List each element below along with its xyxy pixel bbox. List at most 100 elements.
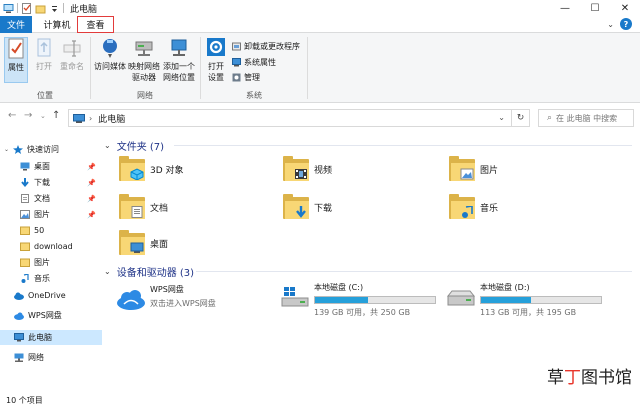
- back-button[interactable]: ←: [8, 110, 16, 121]
- device-wps[interactable]: WPS网盘 双击进入WPS网盘: [116, 284, 216, 310]
- media-icon: [100, 37, 120, 59]
- nav-quick-item[interactable]: 下载 📌: [0, 175, 102, 190]
- chevron-down-icon[interactable]: ⌄: [104, 141, 111, 150]
- folder-item[interactable]: 下载: [282, 194, 332, 220]
- search-input[interactable]: 在 此电脑 中搜索: [556, 113, 617, 124]
- recent-locations-icon[interactable]: ⌄: [40, 112, 46, 120]
- network-location-icon: [169, 37, 189, 59]
- customize-toolbar-icon[interactable]: [49, 3, 60, 14]
- folder-icon: [118, 156, 146, 182]
- nav-item-label: 50: [34, 226, 45, 235]
- folders-group-header[interactable]: ⌄ 文件夹 (7): [104, 138, 164, 153]
- nav-quick-access[interactable]: ⌄ 快速访问: [0, 142, 102, 157]
- nav-quick-item[interactable]: 音乐: [0, 271, 102, 286]
- refresh-icon[interactable]: ↻: [511, 110, 529, 126]
- chevron-down-icon[interactable]: ⌄: [607, 20, 614, 29]
- pin-icon[interactable]: 📌: [87, 179, 96, 187]
- nav-quick-item[interactable]: 文档 📌: [0, 191, 102, 206]
- folder-name: 桌面: [150, 239, 169, 250]
- properties-check-icon: [6, 38, 26, 60]
- music-icon: [20, 273, 30, 283]
- folder-item[interactable]: 视频: [282, 156, 332, 182]
- properties-icon[interactable]: [21, 2, 32, 14]
- nav-this-pc[interactable]: 此电脑: [0, 330, 102, 345]
- download-icon: [20, 178, 30, 188]
- folder-name: 视频: [314, 165, 333, 176]
- folder-item[interactable]: 音乐: [448, 194, 498, 220]
- window-title: 此电脑: [70, 4, 98, 15]
- uninstall-programs-button[interactable]: 卸载或更改程序: [232, 41, 300, 52]
- chevron-down-icon[interactable]: ⌄: [4, 146, 9, 153]
- nav-item-label: 音乐: [34, 274, 50, 283]
- folder-name: 图片: [480, 165, 499, 176]
- folder-item[interactable]: 文档: [118, 194, 168, 220]
- nav-quick-item[interactable]: download: [0, 239, 102, 254]
- nav-wps[interactable]: WPS网盘: [0, 308, 102, 323]
- device-name: 本地磁盘 (D:): [480, 283, 530, 292]
- search-box[interactable]: ⌕ 在 此电脑 中搜索: [538, 109, 634, 127]
- pin-icon[interactable]: 📌: [87, 163, 96, 171]
- help-icon[interactable]: ?: [620, 18, 632, 30]
- device-free-space: 139 GB 可用，共 250 GB: [314, 308, 411, 317]
- manage-button[interactable]: 管理: [232, 72, 260, 83]
- nav-quick-item[interactable]: 图片 📌: [0, 207, 102, 222]
- network-icon: [14, 353, 24, 362]
- download-icon: [294, 206, 308, 221]
- nav-item-label: 文档: [34, 194, 50, 203]
- properties-button[interactable]: 属性: [4, 37, 28, 83]
- chevron-down-icon[interactable]: ⌄: [498, 113, 505, 122]
- folder-item[interactable]: 图片: [448, 156, 498, 182]
- nav-quick-item[interactable]: 50: [0, 223, 102, 238]
- pin-icon[interactable]: 📌: [87, 195, 96, 203]
- close-button[interactable]: ✕: [610, 0, 640, 16]
- wps-cloud-icon: [14, 311, 24, 320]
- minimize-button[interactable]: —: [550, 0, 580, 16]
- up-button[interactable]: ↑: [52, 110, 60, 121]
- nav-item-label: download: [34, 242, 73, 251]
- open-button[interactable]: 打开: [33, 37, 55, 72]
- tab-computer[interactable]: 计算机: [40, 16, 74, 33]
- forward-button[interactable]: →: [24, 110, 32, 121]
- manage-icon: [232, 73, 241, 82]
- breadcrumb-separator-icon[interactable]: ›: [89, 114, 92, 123]
- search-icon: ⌕: [547, 113, 553, 123]
- address-row: ← → ⌄ ↑ › 此电脑 ⌄ ↻ ⌕ 在 此电脑 中搜索: [0, 104, 640, 130]
- quick-access-toolbar: [0, 2, 64, 14]
- tab-file[interactable]: 文件: [0, 16, 32, 33]
- drive-icon: [446, 286, 476, 308]
- nav-quick-item[interactable]: 桌面 📌: [0, 159, 102, 174]
- system-properties-button[interactable]: 系统属性: [232, 57, 276, 68]
- folder-item[interactable]: 桌面: [118, 230, 168, 256]
- tab-view[interactable]: 查看: [77, 16, 114, 33]
- nav-network[interactable]: 网络: [0, 350, 102, 365]
- devices-group-header[interactable]: ⌄ 设备和驱动器 (3): [104, 264, 194, 279]
- access-media-button[interactable]: 访问媒体: [93, 37, 127, 72]
- folder-icon: [118, 194, 146, 220]
- folder-icon: [448, 194, 476, 220]
- network-drive-icon: [134, 37, 154, 59]
- device-name: 本地磁盘 (C:): [314, 283, 364, 292]
- group-label-network: 网络: [137, 91, 153, 100]
- open-settings-button[interactable]: 打开 设置: [205, 37, 227, 83]
- folder-icon: [448, 156, 476, 182]
- device-d-drive[interactable]: 本地磁盘 (D:) 113 GB 可用，共 195 GB: [446, 282, 602, 318]
- maximize-button[interactable]: ☐: [580, 0, 610, 16]
- video-icon: [294, 168, 308, 183]
- capacity-fill-d: [481, 297, 532, 303]
- group-label-location: 位置: [37, 91, 53, 100]
- rename-button[interactable]: 重命名: [58, 37, 86, 72]
- nav-onedrive[interactable]: OneDrive: [0, 288, 102, 303]
- device-c-drive[interactable]: 本地磁盘 (C:) 139 GB 可用，共 250 GB: [280, 282, 436, 318]
- cloud-icon: [14, 291, 24, 300]
- new-folder-icon[interactable]: [35, 3, 46, 14]
- add-network-location-button[interactable]: 添加一个 网络位置: [161, 37, 197, 83]
- folder-item[interactable]: 3D 对象: [118, 156, 184, 182]
- map-network-drive-button[interactable]: 映射网络 驱动器: [127, 37, 161, 83]
- pin-icon[interactable]: 📌: [87, 211, 96, 219]
- breadcrumb[interactable]: 此电脑: [98, 112, 125, 125]
- address-bar[interactable]: › 此电脑 ⌄ ↻: [68, 109, 530, 127]
- chevron-down-icon[interactable]: ⌄: [104, 267, 111, 276]
- watermark: 草丁图书馆: [545, 363, 634, 388]
- computer-icon[interactable]: [3, 3, 14, 14]
- nav-quick-item[interactable]: 图片: [0, 255, 102, 270]
